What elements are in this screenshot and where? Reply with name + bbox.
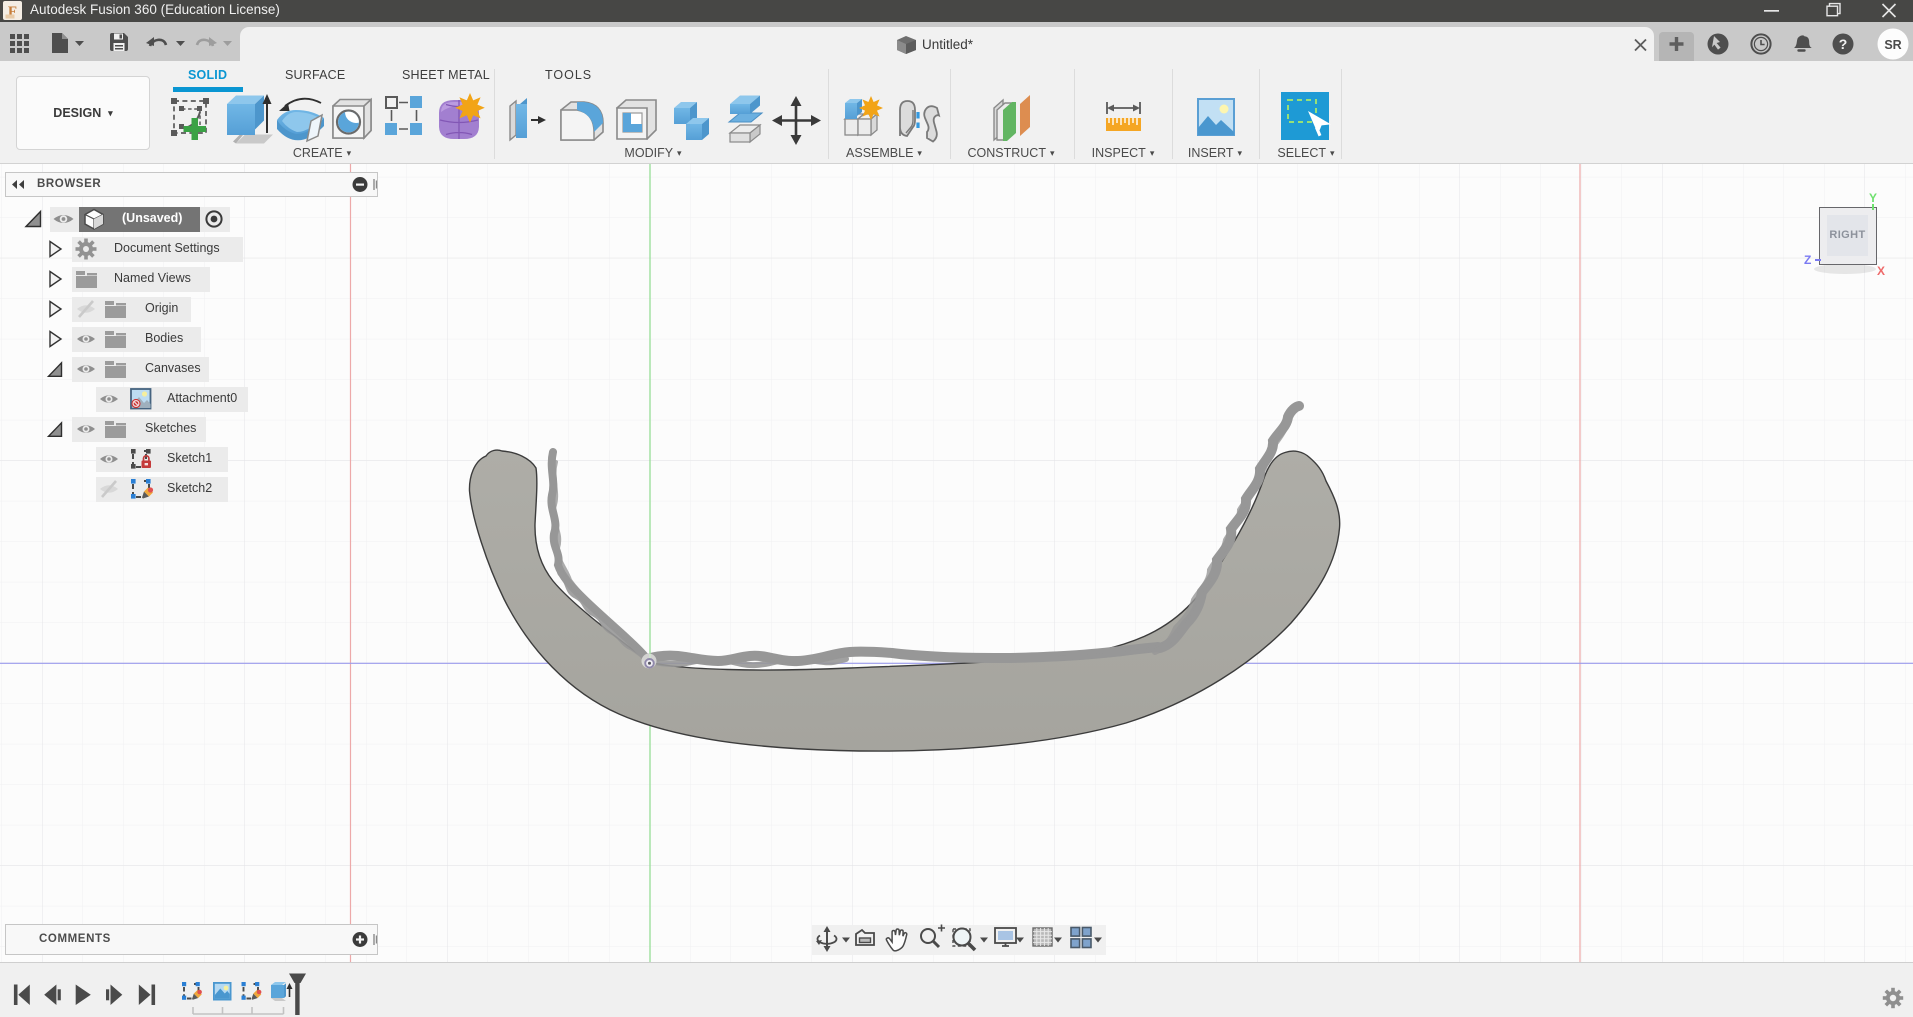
- svg-text:X: X: [1877, 264, 1885, 278]
- svg-text:Y: Y: [1869, 191, 1877, 205]
- svg-text:Z: Z: [1804, 253, 1811, 267]
